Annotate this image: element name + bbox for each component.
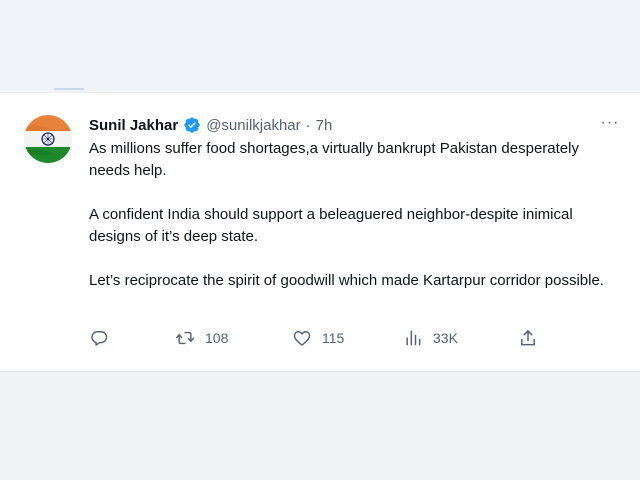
tweet-text: As millions suffer food shortages,a virt… bbox=[89, 138, 619, 292]
india-flag-avatar-icon bbox=[24, 115, 72, 163]
retweet-count: 108 bbox=[205, 330, 229, 346]
tweet-paragraph: As millions suffer food shortages,a virt… bbox=[89, 140, 579, 179]
reply-icon bbox=[91, 331, 108, 346]
tweet-paragraph: Let’s reciprocate the spirit of goodwill… bbox=[89, 272, 604, 289]
like-count: 115 bbox=[322, 330, 345, 346]
author-handle[interactable]: @sunilkjakhar bbox=[206, 117, 300, 134]
tweet-card[interactable]: Sunil Jakhar @sunilkjakhar · 7h ··· As m… bbox=[0, 92, 640, 372]
verified-badge-icon bbox=[183, 116, 201, 134]
share-button[interactable] bbox=[518, 327, 538, 349]
tweet-timestamp[interactable]: 7h bbox=[316, 117, 333, 134]
tab-indicator bbox=[54, 88, 84, 90]
views-count: 33K bbox=[433, 330, 458, 346]
header-separator: · bbox=[305, 116, 311, 134]
more-horizontal-icon[interactable]: ··· bbox=[598, 113, 622, 133]
views-button[interactable]: 33K bbox=[403, 327, 458, 349]
author-name[interactable]: Sunil Jakhar bbox=[89, 117, 178, 134]
share-icon bbox=[521, 330, 535, 346]
page-top-background bbox=[0, 0, 640, 92]
avatar[interactable] bbox=[24, 115, 72, 163]
views-bar-chart-icon bbox=[406, 330, 421, 346]
tweet-actions-bar: 108 115 33K bbox=[89, 327, 549, 349]
heart-icon bbox=[293, 331, 311, 346]
page-bottom-background bbox=[0, 373, 640, 480]
tweet-paragraph: A confident India should support a belea… bbox=[89, 206, 573, 245]
tweet-header: Sunil Jakhar @sunilkjakhar · 7h bbox=[89, 115, 332, 135]
like-button[interactable]: 115 bbox=[292, 327, 344, 349]
reply-button[interactable] bbox=[89, 327, 119, 349]
retweet-icon bbox=[175, 331, 195, 345]
retweet-button[interactable]: 108 bbox=[175, 327, 228, 349]
